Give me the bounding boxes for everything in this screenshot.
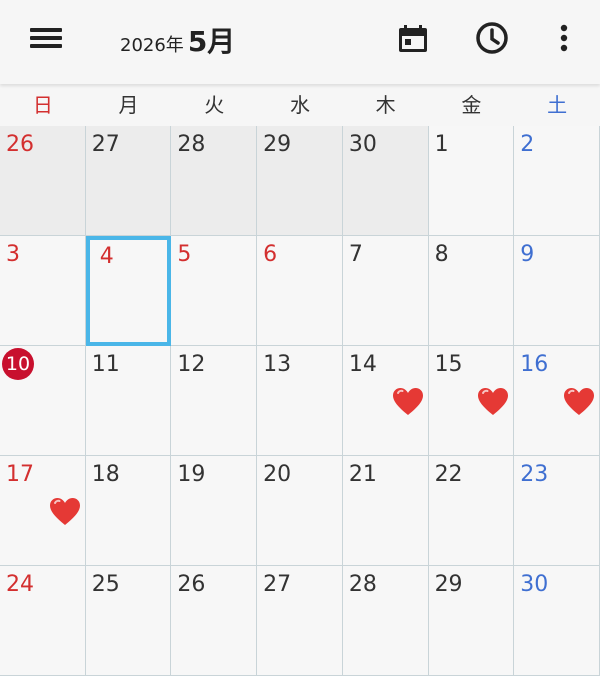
day-cell[interactable]: 28 — [342, 566, 429, 676]
day-number: 1 — [434, 132, 449, 157]
menu-icon[interactable] — [24, 22, 68, 54]
month-title[interactable]: 2026年 5月 — [120, 20, 235, 60]
day-number: 21 — [348, 462, 377, 487]
month-label: 5月 — [187, 25, 236, 58]
day-cell[interactable]: 14 — [342, 346, 429, 456]
weekday-header: 日 月 火 水 木 金 土 — [0, 84, 600, 127]
day-cell[interactable]: 15 — [428, 346, 515, 456]
weekday-label-thu: 木 — [375, 93, 396, 117]
weekday-label-wed: 水 — [289, 93, 310, 117]
year-label: 2026年 — [120, 35, 184, 56]
day-number: 15 — [434, 352, 463, 377]
day-number: 6 — [263, 242, 278, 267]
day-cell[interactable]: 24 — [0, 566, 86, 676]
day-number: 12 — [177, 352, 206, 377]
day-cell[interactable]: 5 — [171, 236, 258, 346]
weekday-label-sat: 土 — [547, 93, 568, 117]
day-number: 11 — [91, 352, 120, 377]
heart-icon — [49, 497, 81, 527]
weekday-label-fri: 金 — [461, 93, 482, 117]
day-number: 20 — [263, 462, 292, 487]
day-cell[interactable]: 25 — [85, 566, 172, 676]
weekday-label-tue: 火 — [204, 93, 225, 117]
day-cell[interactable]: 27 — [257, 566, 343, 676]
day-number: 30 — [348, 132, 377, 157]
calendar-icon[interactable] — [393, 18, 433, 58]
day-number: 24 — [6, 572, 34, 597]
day-number: 28 — [348, 572, 377, 597]
day-number: 18 — [91, 462, 120, 487]
today-day-number: 10 — [2, 348, 34, 380]
day-number: 22 — [434, 462, 463, 487]
day-number: 28 — [177, 132, 206, 157]
day-cell[interactable]: 8 — [428, 236, 515, 346]
day-number: 8 — [434, 242, 449, 267]
day-cell[interactable]: 18 — [85, 456, 172, 566]
day-cell[interactable]: 22 — [428, 456, 515, 566]
day-cell[interactable]: 3 — [0, 236, 86, 346]
day-cell[interactable]: 12 — [171, 346, 258, 456]
heart-icon — [392, 387, 424, 417]
day-cell[interactable]: 16 — [514, 346, 600, 456]
day-cell[interactable]: 29 — [257, 126, 343, 236]
day-cell[interactable]: 11 — [85, 346, 172, 456]
day-cell[interactable]: 30 — [514, 566, 600, 676]
day-number: 25 — [91, 572, 120, 597]
day-cell[interactable]: 10 — [0, 346, 86, 456]
month-grid: 26 27 28 29 30 1 2 3 4 5 6 7 8 9 10 11 12 13 14 15 16 17 18 19 2… — [0, 126, 600, 676]
day-cell[interactable]: 1 — [428, 126, 515, 236]
day-number: 9 — [520, 242, 535, 267]
day-number: 27 — [91, 132, 120, 157]
day-cell[interactable]: 30 — [342, 126, 429, 236]
day-cell[interactable]: 26 — [0, 126, 86, 236]
day-cell[interactable]: 19 — [171, 456, 258, 566]
day-cell[interactable]: 20 — [257, 456, 343, 566]
day-cell[interactable]: 6 — [257, 236, 343, 346]
day-cell[interactable]: 23 — [514, 456, 600, 566]
day-cell-selected[interactable]: 4 — [85, 236, 172, 346]
day-number: 14 — [348, 352, 377, 377]
day-number: 16 — [520, 352, 549, 377]
day-cell[interactable]: 7 — [342, 236, 429, 346]
day-number: 29 — [263, 132, 292, 157]
day-number: 3 — [6, 242, 20, 267]
day-number: 19 — [177, 462, 206, 487]
clock-icon[interactable] — [472, 18, 512, 58]
weekday-label-mon: 月 — [118, 93, 139, 117]
day-number: 7 — [348, 242, 363, 267]
day-number: 13 — [263, 352, 292, 377]
heart-icon — [563, 387, 595, 417]
day-cell[interactable]: 26 — [171, 566, 258, 676]
app-bar: 2026年 5月 — [0, 0, 600, 84]
day-number: 29 — [434, 572, 463, 597]
day-number: 5 — [177, 242, 192, 267]
day-number: 17 — [6, 462, 34, 487]
weekday-label-sun: 日 — [32, 93, 53, 117]
day-number: 23 — [520, 462, 549, 487]
day-cell[interactable]: 29 — [428, 566, 515, 676]
day-number: 26 — [177, 572, 206, 597]
day-cell[interactable]: 2 — [514, 126, 600, 236]
day-number: 2 — [520, 132, 535, 157]
heart-icon — [477, 387, 509, 417]
day-cell[interactable]: 21 — [342, 456, 429, 566]
day-cell[interactable]: 9 — [514, 236, 600, 346]
day-number: 26 — [6, 132, 34, 157]
day-number: 30 — [520, 572, 549, 597]
day-cell[interactable]: 17 — [0, 456, 86, 566]
more-vert-icon[interactable] — [544, 18, 584, 58]
day-cell[interactable]: 13 — [257, 346, 343, 456]
day-number: 4 — [99, 244, 114, 269]
day-number: 27 — [263, 572, 292, 597]
day-cell[interactable]: 27 — [85, 126, 172, 236]
day-cell[interactable]: 28 — [171, 126, 258, 236]
